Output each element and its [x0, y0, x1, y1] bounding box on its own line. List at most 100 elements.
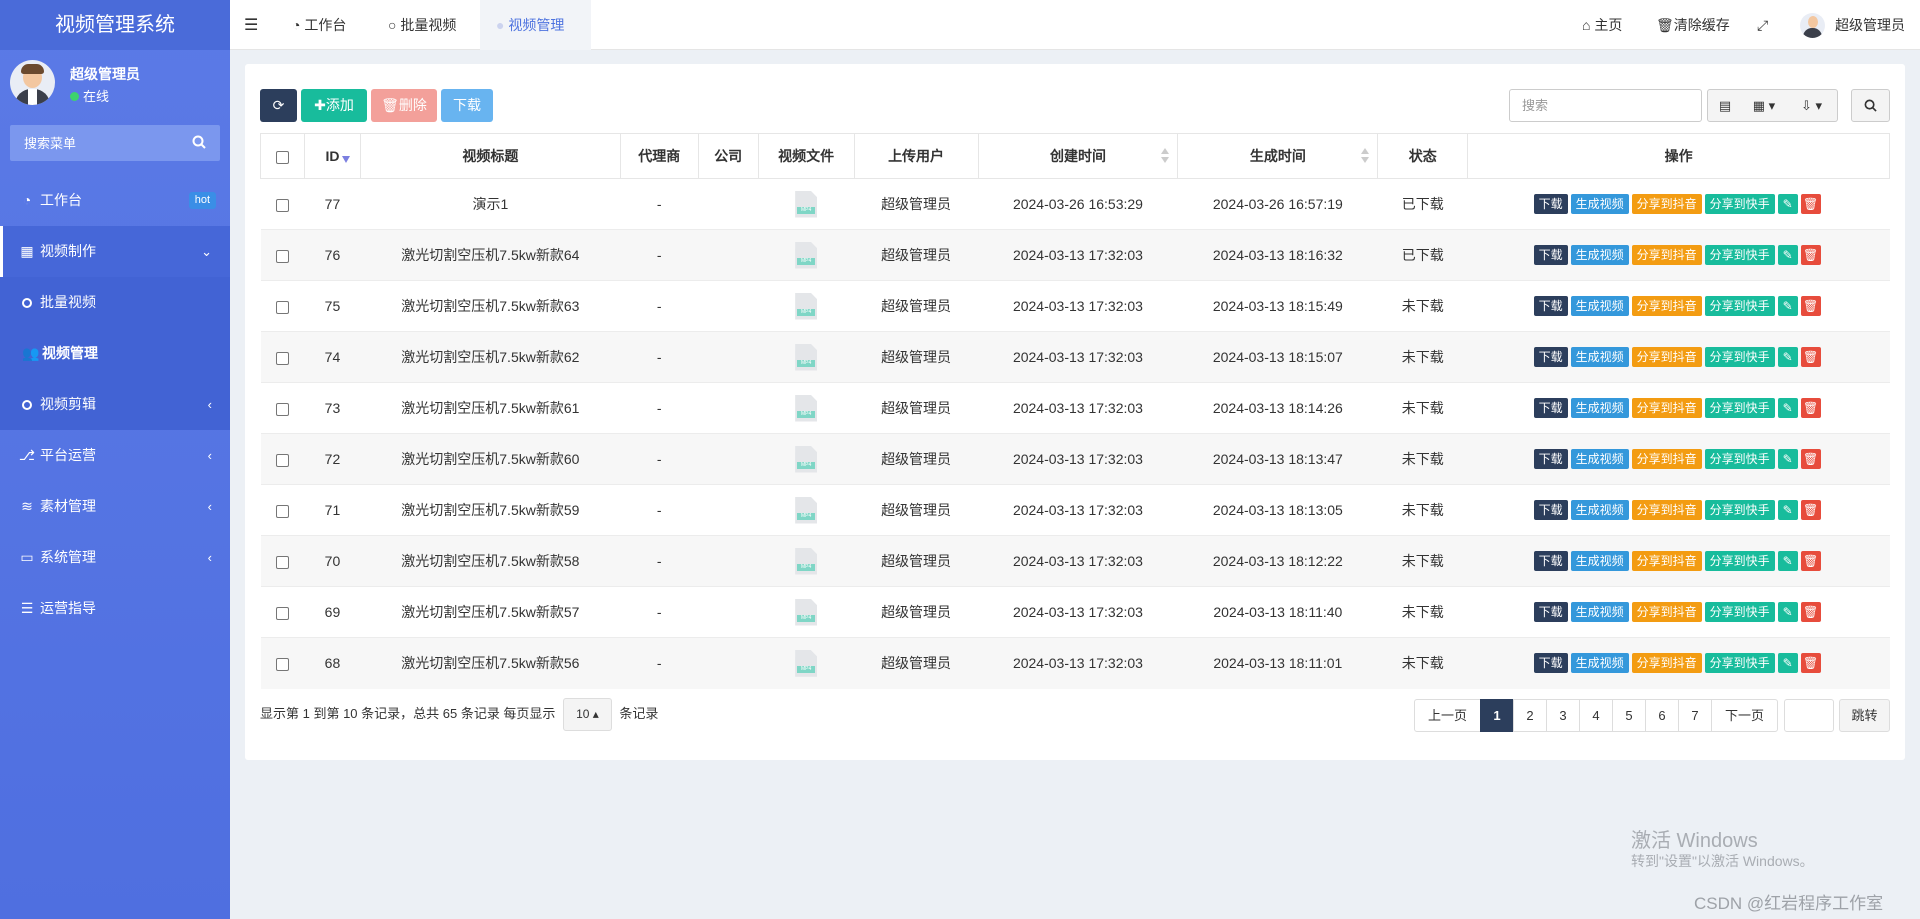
next-page-button[interactable]: 下一页: [1711, 699, 1778, 732]
share-douyin-button[interactable]: 分享到抖音: [1631, 347, 1702, 367]
share-douyin-button[interactable]: 分享到抖音: [1631, 602, 1702, 622]
row-checkbox[interactable]: [275, 658, 289, 672]
sidebar-item-materials[interactable]: ≋ 素材管理 ‹: [0, 481, 230, 532]
generate-video-button[interactable]: 生成视频: [1570, 296, 1629, 316]
row-checkbox[interactable]: [275, 555, 289, 569]
edit-icon[interactable]: ✎: [1777, 194, 1798, 214]
row-download-button[interactable]: 下载: [1533, 296, 1568, 316]
sidebar-item-platform-ops[interactable]: ⎇ 平台运营 ‹: [0, 430, 230, 481]
col-generated[interactable]: 生成时间: [1177, 133, 1379, 179]
share-kuaishou-button[interactable]: 分享到快手: [1704, 245, 1775, 265]
goto-page-input[interactable]: [1784, 699, 1834, 732]
navbar-user[interactable]: 超级管理员: [1835, 0, 1905, 50]
share-kuaishou-button[interactable]: 分享到快手: [1704, 194, 1775, 214]
delete-icon[interactable]: 🗑: [1800, 398, 1821, 418]
search-icon[interactable]: [192, 135, 206, 149]
row-download-button[interactable]: 下载: [1533, 500, 1568, 520]
page-1-button[interactable]: 1: [1480, 699, 1514, 732]
page-6-button[interactable]: 6: [1645, 699, 1679, 732]
clear-cache-link[interactable]: 🗑清除缓存: [1656, 0, 1730, 50]
share-kuaishou-button[interactable]: 分享到快手: [1704, 653, 1775, 674]
advanced-search-button[interactable]: [1851, 89, 1890, 122]
share-kuaishou-button[interactable]: 分享到快手: [1704, 551, 1775, 571]
row-download-button[interactable]: 下载: [1533, 194, 1568, 214]
page-4-button[interactable]: 4: [1579, 699, 1613, 732]
row-download-button[interactable]: 下载: [1533, 602, 1568, 622]
row-checkbox[interactable]: [275, 351, 289, 365]
page-3-button[interactable]: 3: [1546, 699, 1580, 732]
edit-icon[interactable]: ✎: [1777, 347, 1798, 367]
share-kuaishou-button[interactable]: 分享到快手: [1704, 500, 1775, 520]
export-button[interactable]: ⇩ ▾: [1786, 89, 1838, 122]
share-douyin-button[interactable]: 分享到抖音: [1631, 245, 1702, 265]
video-file-icon[interactable]: MP4: [795, 547, 818, 575]
edit-icon[interactable]: ✎: [1777, 296, 1798, 316]
delete-icon[interactable]: 🗑: [1800, 194, 1821, 214]
col-created[interactable]: 创建时间: [977, 133, 1179, 179]
share-kuaishou-button[interactable]: 分享到快手: [1704, 602, 1775, 622]
page-2-button[interactable]: 2: [1513, 699, 1547, 732]
delete-icon[interactable]: 🗑: [1800, 551, 1821, 571]
share-douyin-button[interactable]: 分享到抖音: [1631, 551, 1702, 571]
tab-dashboard[interactable]: ◔ 工作台: [276, 0, 362, 50]
delete-icon[interactable]: 🗑: [1800, 500, 1821, 520]
goto-button[interactable]: 跳转: [1839, 699, 1890, 732]
generate-video-button[interactable]: 生成视频: [1570, 194, 1629, 214]
delete-icon[interactable]: 🗑: [1800, 449, 1821, 469]
page-7-button[interactable]: 7: [1678, 699, 1712, 732]
edit-icon[interactable]: ✎: [1777, 398, 1798, 418]
sidebar-item-dashboard[interactable]: ◔ 工作台 hot: [0, 175, 230, 226]
video-file-icon[interactable]: MP4: [795, 445, 818, 473]
share-kuaishou-button[interactable]: 分享到快手: [1704, 296, 1775, 316]
avatar[interactable]: [1800, 13, 1825, 38]
add-button[interactable]: ✚添加: [301, 89, 367, 122]
edit-icon[interactable]: ✎: [1777, 500, 1798, 520]
share-douyin-button[interactable]: 分享到抖音: [1631, 449, 1702, 469]
fullscreen-icon[interactable]: ⤢: [1757, 0, 1768, 50]
menu-search[interactable]: [10, 125, 220, 161]
share-douyin-button[interactable]: 分享到抖音: [1631, 398, 1702, 418]
video-file-icon[interactable]: MP4: [795, 496, 818, 524]
edit-icon[interactable]: ✎: [1777, 551, 1798, 571]
share-kuaishou-button[interactable]: 分享到快手: [1704, 347, 1775, 367]
sidebar-item-batch-video[interactable]: 批量视频: [0, 277, 230, 328]
refresh-button[interactable]: ⟳: [260, 89, 297, 122]
video-file-icon[interactable]: MP4: [795, 241, 818, 269]
sidebar-item-system[interactable]: ▭ 系统管理 ‹: [0, 532, 230, 583]
delete-icon[interactable]: 🗑: [1800, 347, 1821, 367]
row-checkbox[interactable]: [275, 249, 289, 263]
generate-video-button[interactable]: 生成视频: [1570, 347, 1629, 367]
sidebar-item-ops-guide[interactable]: ☰ 运营指导: [0, 583, 230, 634]
share-douyin-button[interactable]: 分享到抖音: [1631, 194, 1702, 214]
col-id[interactable]: ID: [303, 133, 361, 179]
generate-video-button[interactable]: 生成视频: [1570, 398, 1629, 418]
generate-video-button[interactable]: 生成视频: [1570, 245, 1629, 265]
download-button[interactable]: 下载: [441, 89, 493, 122]
delete-icon[interactable]: 🗑: [1800, 245, 1821, 265]
tab-batch-video[interactable]: ○ 批量视频: [372, 0, 472, 50]
row-download-button[interactable]: 下载: [1533, 398, 1568, 418]
row-checkbox[interactable]: [275, 606, 289, 620]
row-checkbox[interactable]: [275, 453, 289, 467]
search-input[interactable]: [1509, 89, 1702, 122]
video-file-icon[interactable]: MP4: [795, 292, 818, 320]
edit-icon[interactable]: ✎: [1777, 449, 1798, 469]
page-size-select[interactable]: 10 ▴: [563, 698, 612, 731]
delete-icon[interactable]: 🗑: [1800, 653, 1821, 674]
video-file-icon[interactable]: MP4: [795, 343, 818, 371]
home-link[interactable]: ⌂ 主页: [1582, 0, 1622, 50]
prev-page-button[interactable]: 上一页: [1414, 699, 1481, 732]
video-file-icon[interactable]: MP4: [795, 394, 818, 422]
row-download-button[interactable]: 下载: [1533, 653, 1568, 674]
row-checkbox[interactable]: [275, 198, 289, 212]
row-download-button[interactable]: 下载: [1533, 551, 1568, 571]
edit-icon[interactable]: ✎: [1777, 245, 1798, 265]
delete-button[interactable]: 🗑删除: [371, 89, 437, 122]
tab-video-management[interactable]: ● 视频管理: [480, 0, 591, 50]
sidebar-item-video-editing[interactable]: 视频剪辑 ‹: [0, 379, 230, 430]
share-douyin-button[interactable]: 分享到抖音: [1631, 500, 1702, 520]
toggle-view-button[interactable]: ▤: [1707, 89, 1743, 122]
share-kuaishou-button[interactable]: 分享到快手: [1704, 449, 1775, 469]
share-douyin-button[interactable]: 分享到抖音: [1631, 296, 1702, 316]
row-download-button[interactable]: 下载: [1533, 449, 1568, 469]
